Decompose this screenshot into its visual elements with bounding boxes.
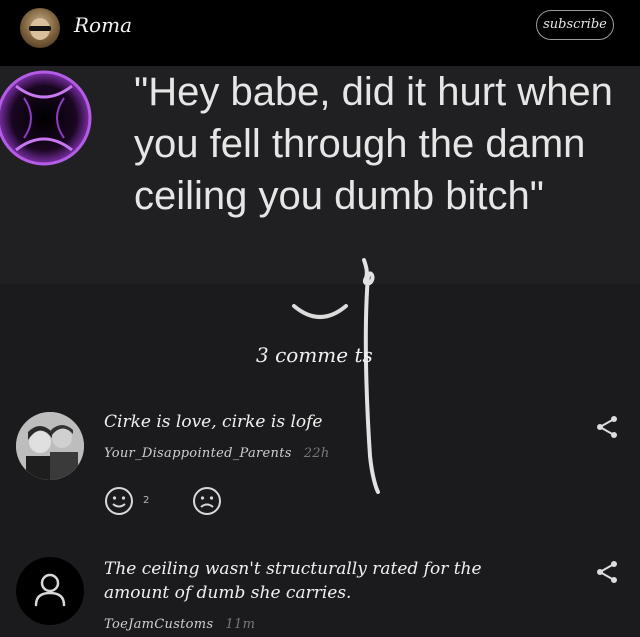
subscribe-button[interactable]: subscribe — [536, 10, 614, 40]
purple-portal-icon — [0, 70, 92, 166]
comments-count[interactable]: 3 comme ts — [256, 343, 373, 367]
username[interactable]: Roma — [74, 13, 132, 37]
comment-author[interactable]: Your_Disappointed_Parents — [104, 446, 292, 461]
smile-icon[interactable] — [104, 486, 134, 516]
comment-item: The ceiling wasn't structurally rated fo… — [0, 555, 640, 637]
comment-text: Cirke is love, cirke is lofe — [104, 412, 323, 432]
top-bar: Roma subscribe — [0, 0, 640, 66]
frown-icon[interactable] — [192, 486, 222, 516]
comment-author[interactable]: ToeJamCustoms — [104, 617, 213, 632]
like-count: 2 — [143, 495, 150, 506]
share-icon[interactable] — [594, 414, 620, 440]
comment-text: The ceiling wasn't structurally rated fo… — [104, 559, 482, 603]
comment-time: 22h — [303, 446, 330, 461]
comment-meta: ToeJamCustoms 11m — [104, 617, 255, 632]
comment-avatar[interactable] — [16, 412, 84, 480]
post-card: "Hey babe, did it hurt when you fell thr… — [0, 66, 640, 284]
user-placeholder-icon[interactable] — [16, 557, 84, 625]
share-icon[interactable] — [594, 559, 620, 585]
comment-meta: Your_Disappointed_Parents 22h — [104, 446, 330, 461]
comment-time: 11m — [225, 617, 256, 632]
chevron-down-icon[interactable] — [290, 300, 350, 326]
post-text: "Hey babe, did it hurt when you fell thr… — [134, 70, 613, 218]
comment-item: Cirke is love, cirke is lofe Your_Disapp… — [0, 408, 640, 528]
avatar[interactable] — [20, 8, 60, 48]
